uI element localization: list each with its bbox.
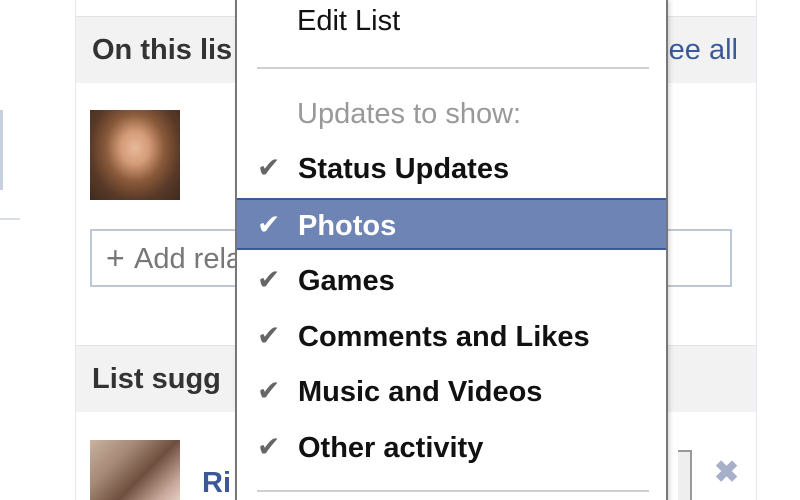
menu-item-label: Comments and Likes (298, 321, 590, 353)
menu-item-label: Other activity (298, 432, 484, 464)
menu-divider (257, 490, 649, 492)
member-avatar[interactable] (90, 110, 180, 200)
updates-to-show-heading: Updates to show: (297, 98, 522, 130)
menu-item-photos[interactable]: ✔ Photos (237, 198, 666, 250)
checkmark-icon: ✔ (257, 375, 281, 406)
menu-item-music-and-videos[interactable]: ✔ Music and Videos (237, 366, 666, 418)
menu-item-label: Status Updates (298, 153, 510, 185)
checkmark-icon: ✔ (257, 431, 281, 462)
checkmark-icon: ✔ (257, 209, 281, 240)
menu-item-games[interactable]: ✔ Games (237, 255, 666, 307)
edit-list-menu-item[interactable]: Edit List (237, 0, 666, 52)
left-edge-rule (0, 218, 20, 220)
list-suggestions-title: List sugg (92, 363, 221, 395)
on-this-list-title: On this lis (92, 34, 233, 66)
suggestion-avatar[interactable] (90, 440, 180, 500)
add-suggestion-button[interactable] (678, 450, 692, 500)
add-to-list-placeholder: Add rela (134, 243, 243, 275)
suggestion-name-link[interactable]: Ri (202, 467, 231, 500)
menu-item-status-updates[interactable]: ✔ Status Updates (237, 143, 666, 195)
see-all-link[interactable]: ee all (669, 34, 738, 67)
screen: On this lis ee all + Add rela List sugg … (0, 0, 800, 500)
dismiss-suggestion-icon[interactable]: ✖ (714, 455, 739, 490)
checkmark-icon: ✔ (257, 152, 281, 183)
menu-item-other-activity[interactable]: ✔ Other activity (237, 422, 666, 474)
list-options-dropdown: Edit List Updates to show: ✔ Status Upda… (235, 0, 668, 500)
menu-item-label: Games (298, 265, 395, 297)
checkmark-icon: ✔ (257, 264, 281, 295)
plus-icon: + (106, 240, 125, 276)
menu-item-comments-and-likes[interactable]: ✔ Comments and Likes (237, 311, 666, 363)
left-edge-divider (0, 110, 3, 190)
menu-item-label: Photos (298, 210, 397, 242)
menu-divider (257, 67, 649, 69)
edit-list-label: Edit List (297, 5, 401, 37)
menu-item-label: Music and Videos (298, 376, 543, 408)
checkmark-icon: ✔ (257, 320, 281, 351)
